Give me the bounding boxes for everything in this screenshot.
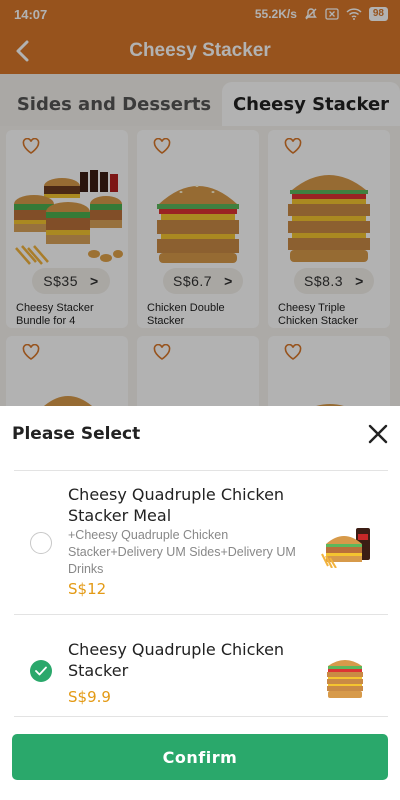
option-meal[interactable]: Cheesy Quadruple Chicken Stacker Meal +C…	[0, 472, 400, 614]
option-name: Cheesy Quadruple Chicken Stacker Meal	[68, 485, 285, 525]
option-name: Cheesy Quadruple Chicken Stacker	[68, 640, 285, 680]
quadruple-burger-image	[327, 660, 363, 698]
close-icon	[368, 424, 388, 444]
divider	[14, 716, 388, 717]
option-price: S$12	[68, 580, 107, 598]
option-description: +Cheesy Quadruple Chicken Stacker+Delive…	[68, 528, 296, 576]
confirm-button[interactable]: Confirm	[12, 734, 388, 780]
modal-backdrop[interactable]	[0, 0, 400, 406]
divider	[14, 470, 388, 471]
check-icon	[35, 666, 47, 676]
radio-unchecked[interactable]	[30, 532, 52, 554]
close-button[interactable]	[362, 418, 394, 450]
sheet-title: Please Select	[12, 424, 141, 444]
divider	[14, 614, 388, 615]
option-burger[interactable]: Cheesy Quadruple Chicken Stacker S$9.9	[0, 616, 400, 716]
meal-image	[321, 528, 370, 568]
option-price: S$9.9	[68, 688, 111, 706]
radio-checked[interactable]	[30, 660, 52, 682]
